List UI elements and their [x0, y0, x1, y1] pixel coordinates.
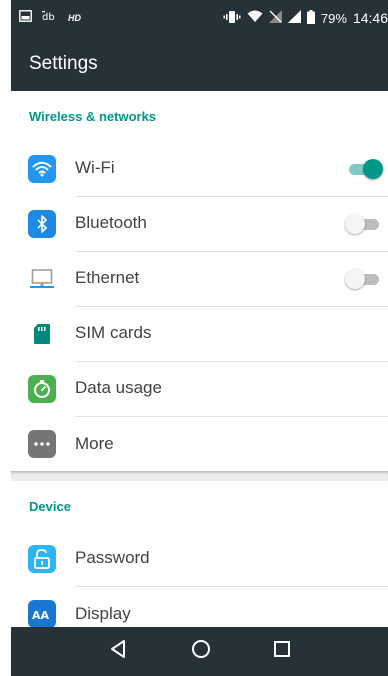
app-bar: Settings: [11, 36, 388, 91]
home-icon[interactable]: [191, 639, 211, 664]
status-bar: db HD 79% 14:46: [11, 0, 388, 36]
bluetooth-toggle[interactable]: [345, 213, 383, 234]
bluetooth-icon: [28, 209, 56, 238]
back-icon[interactable]: [109, 639, 129, 664]
settings-list[interactable]: Wireless & networks Wi-Fi Bluetooth Ethe…: [11, 91, 388, 627]
sim-card-icon: [28, 320, 56, 348]
screenshot-icon: [19, 9, 32, 27]
hd-indicator: HD: [68, 13, 81, 23]
settings-item-label: Data usage: [75, 378, 162, 397]
settings-item-password[interactable]: Password: [11, 531, 388, 587]
data-usage-icon: [28, 374, 56, 403]
settings-item-data-usage[interactable]: Data usage: [11, 361, 388, 417]
settings-item-more[interactable]: More: [11, 416, 388, 471]
section-header-wireless: Wireless & networks: [29, 108, 157, 124]
clock: 14:46: [352, 10, 388, 26]
page-title: Settings: [29, 52, 98, 74]
settings-item-wifi[interactable]: Wi-Fi: [11, 141, 388, 197]
settings-item-display[interactable]: AA Display: [11, 586, 388, 627]
ethernet-toggle[interactable]: [345, 268, 383, 289]
settings-item-label: Wi-Fi: [75, 158, 115, 177]
wifi-icon: [28, 154, 56, 183]
more-icon: [28, 429, 56, 458]
navigation-bar: [11, 627, 388, 676]
svg-text:db: db: [42, 12, 55, 22]
vibrate-icon: [223, 10, 241, 27]
settings-item-label: Ethernet: [75, 268, 140, 287]
recents-icon[interactable]: [273, 640, 291, 663]
settings-item-ethernet[interactable]: Ethernet: [11, 251, 388, 307]
dolby-icon: db: [42, 9, 58, 27]
battery-percent: 79%: [320, 10, 347, 26]
display-icon: AA: [28, 599, 56, 627]
settings-item-label: Bluetooth: [75, 213, 147, 232]
settings-item-label: More: [75, 433, 114, 453]
settings-item-sim-cards[interactable]: SIM cards: [11, 306, 388, 362]
wifi-signal-icon: [247, 10, 263, 26]
section-header-device: Device: [29, 498, 71, 514]
settings-item-label: SIM cards: [75, 323, 152, 342]
sim-signal-icon: [268, 10, 282, 26]
settings-item-label: Display: [75, 603, 131, 623]
cell-signal-icon: [287, 10, 301, 26]
ethernet-icon: [28, 265, 56, 293]
battery-icon: [306, 9, 315, 27]
settings-item-bluetooth[interactable]: Bluetooth: [11, 196, 388, 252]
settings-item-label: Password: [75, 548, 150, 567]
lock-icon: [28, 544, 56, 573]
section-divider: [11, 471, 388, 481]
svg-text:AA: AA: [32, 609, 50, 621]
wifi-toggle[interactable]: [345, 158, 383, 179]
